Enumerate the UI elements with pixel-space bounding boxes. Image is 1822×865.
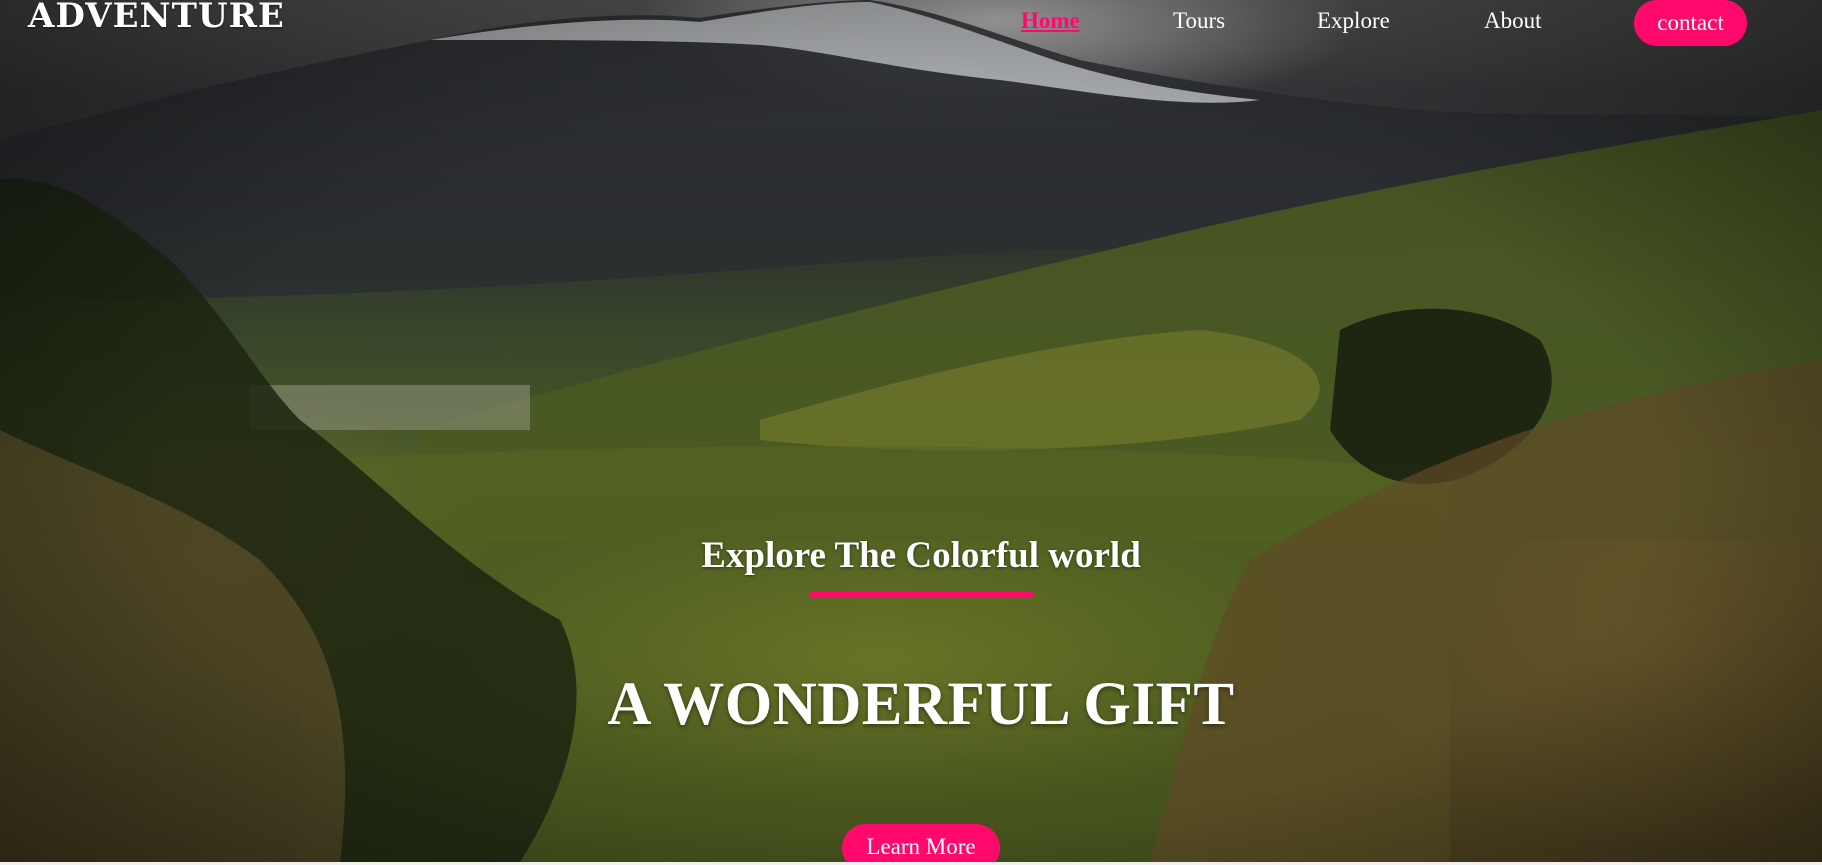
nav-home-link[interactable]: Home — [1021, 8, 1080, 34]
nav-about-link[interactable]: About — [1484, 8, 1542, 34]
hero-subtitle: Explore The Colorful world — [701, 535, 1141, 576]
hero-headline: A WONDERFUL GIFT — [607, 671, 1235, 738]
learn-more-button[interactable]: Learn More — [842, 824, 1000, 862]
accent-underline-bar — [809, 592, 1034, 598]
hero-section: ADVENTURE Home Tours Explore About conta… — [0, 0, 1822, 862]
site-logo[interactable]: ADVENTURE — [28, 0, 285, 36]
nav-explore-link[interactable]: Explore — [1317, 8, 1390, 34]
contact-button[interactable]: contact — [1634, 0, 1747, 46]
nav-tours-link[interactable]: Tours — [1173, 8, 1225, 34]
